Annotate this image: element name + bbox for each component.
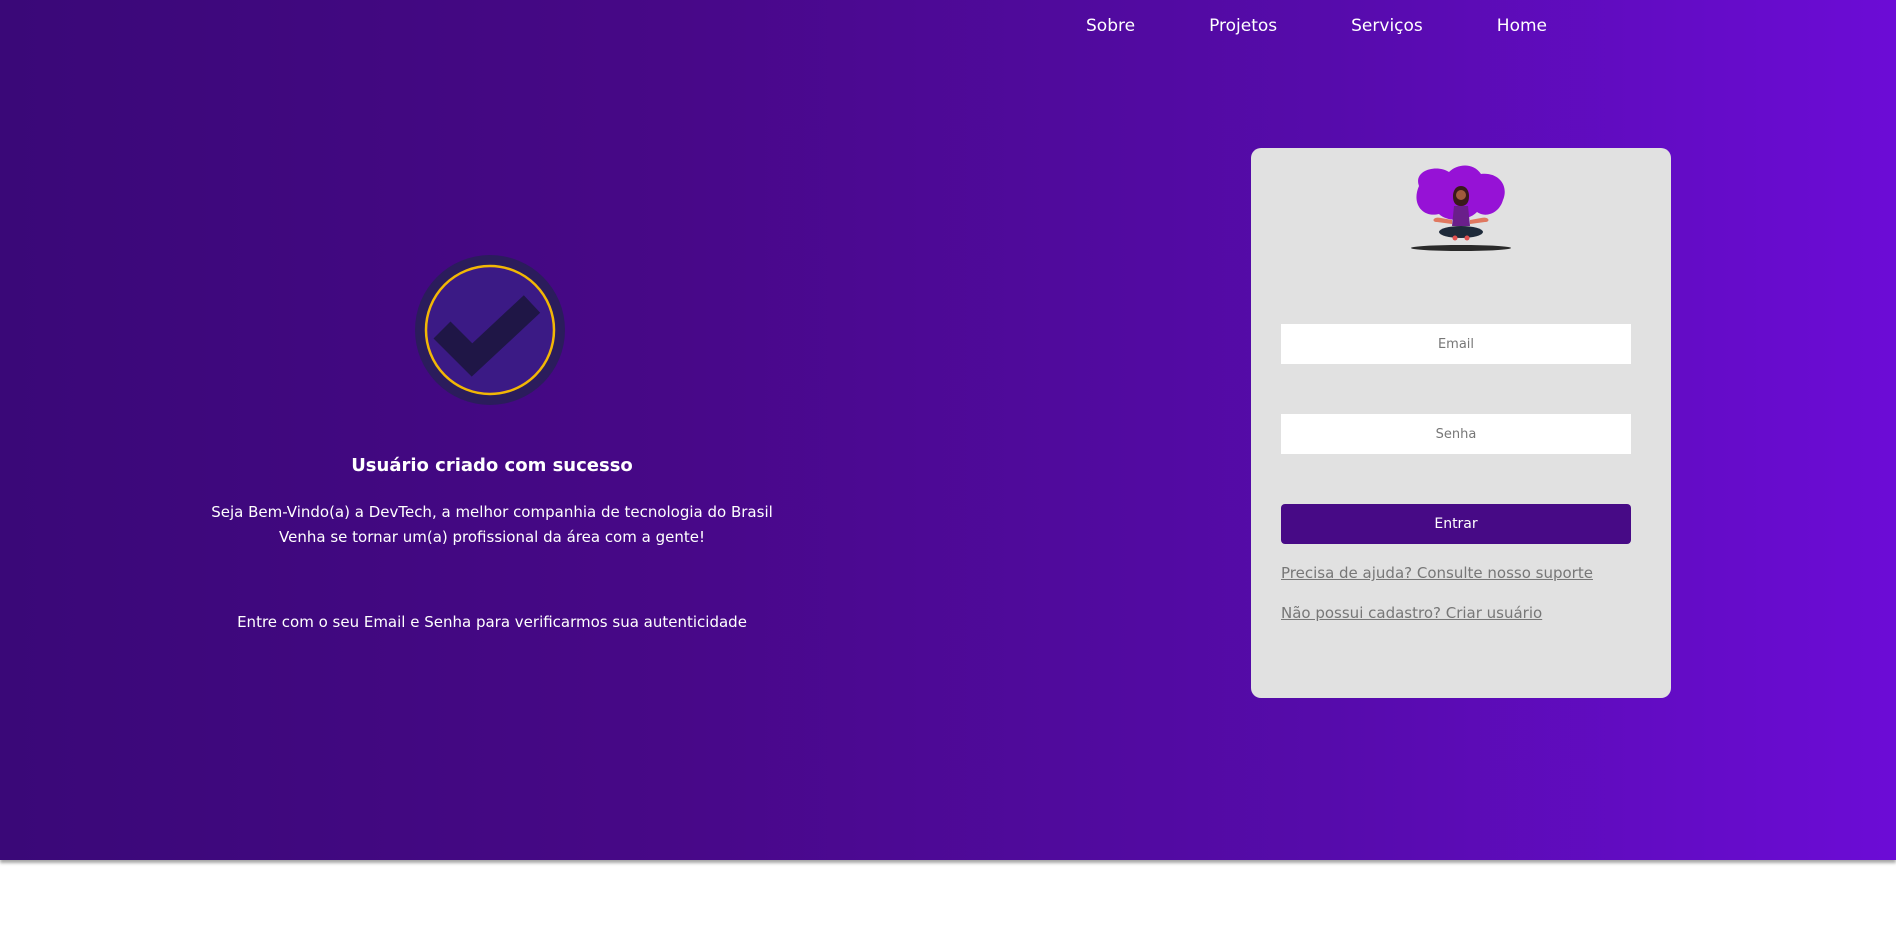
- login-card: Entrar Precisa de ajuda? Consulte nosso …: [1251, 148, 1671, 698]
- support-link[interactable]: Precisa de ajuda? Consulte nosso suporte: [1281, 564, 1593, 582]
- check-circle-icon: [415, 255, 565, 405]
- nav-link-projetos[interactable]: Projetos: [1209, 16, 1277, 36]
- login-button[interactable]: Entrar: [1281, 504, 1631, 544]
- nav-link-home[interactable]: Home: [1497, 16, 1547, 36]
- welcome-text: Seja Bem-Vindo(a) a DevTech, a melhor co…: [211, 503, 773, 521]
- password-field[interactable]: [1281, 414, 1631, 454]
- nav-link-servicos[interactable]: Serviços: [1351, 16, 1423, 36]
- login-instruction-text: Entre com o seu Email e Senha para verif…: [237, 613, 747, 631]
- meditating-woman-illustration: [1411, 165, 1511, 251]
- register-link[interactable]: Não possui cadastro? Criar usuário: [1281, 604, 1542, 622]
- nav-link-sobre[interactable]: Sobre: [1086, 16, 1135, 36]
- email-field[interactable]: [1281, 324, 1631, 364]
- success-title: Usuário criado com sucesso: [351, 455, 633, 476]
- hero-section: Sobre Projetos Serviços Home Usuário cri…: [0, 0, 1896, 860]
- top-nav: Sobre Projetos Serviços Home: [1086, 16, 1547, 36]
- invite-text: Venha se tornar um(a) profissional da ár…: [279, 528, 705, 546]
